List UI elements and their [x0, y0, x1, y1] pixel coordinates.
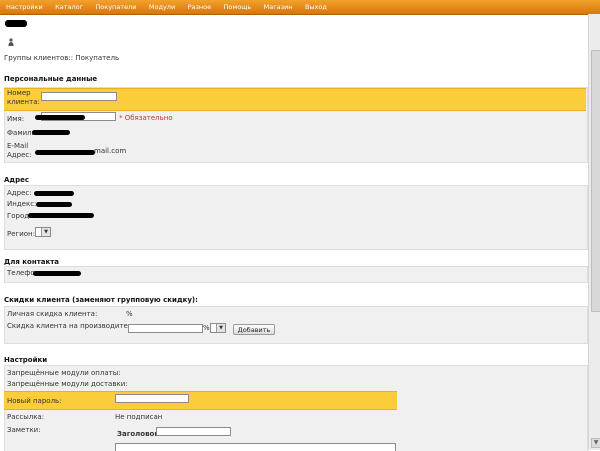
customer-number-input[interactable]: [41, 92, 117, 101]
section-title-settings: Настройки: [4, 356, 48, 364]
section-title-discounts: Скидки клиента (заменяют групповую скидк…: [4, 296, 198, 304]
nav-item-settings[interactable]: Настройки: [6, 0, 43, 14]
address-label: Адрес:: [7, 189, 32, 197]
top-nav-bar: Настройки Каталог Покупатели Модули Разн…: [0, 0, 600, 15]
email-value: mail.com: [94, 147, 127, 155]
shipping-modules-label: Запрещённые модули доставки:: [7, 380, 128, 388]
redacted-city-value: [28, 213, 94, 218]
redacted-surname-value: [32, 130, 70, 135]
region-select[interactable]: ▼: [35, 227, 51, 237]
redacted-index-value: [36, 202, 72, 207]
personal-discount-unit: %: [126, 310, 133, 318]
nav-item-misc[interactable]: Разное: [188, 0, 212, 14]
manufacturer-discount-label: Скидка клиента на производителя:: [7, 322, 139, 330]
manufacturer-select[interactable]: ▼: [210, 323, 226, 333]
contact-panel: [4, 266, 588, 283]
notes-label: Заметки:: [7, 426, 41, 434]
customer-number-label: Номер клиента:: [7, 89, 40, 106]
new-password-label: Новый пароль:: [7, 397, 62, 405]
manufacturer-discount-unit: %: [203, 324, 210, 332]
new-password-row: [4, 391, 397, 410]
redacted-email-value: [35, 150, 95, 155]
newsletter-value: Не подписан: [115, 413, 163, 421]
nav-item-logout[interactable]: Выход: [305, 0, 327, 14]
add-discount-button[interactable]: Добавить: [233, 324, 275, 335]
section-title-contact: Для контакта: [4, 258, 60, 266]
index-label: Индекс:: [7, 200, 37, 208]
email-label: E-Mail Адрес:: [7, 142, 32, 159]
breadcrumb: Группы клиентов:: Покупатель: [4, 54, 120, 62]
chevron-down-icon: ▼: [41, 228, 50, 236]
vertical-scrollbar[interactable]: ▼: [588, 14, 600, 450]
nav-item-modules[interactable]: Модули: [149, 0, 175, 14]
scroll-down-arrow-icon[interactable]: ▼: [591, 438, 600, 448]
nav-item-shop[interactable]: Магазин: [264, 0, 293, 14]
required-note: * Обязательно: [119, 114, 173, 122]
new-password-input[interactable]: [115, 394, 189, 403]
personal-discount-label: Личная скидка клиента:: [7, 310, 98, 318]
redacted-name-value: [35, 115, 85, 120]
chevron-down-icon: ▼: [216, 324, 225, 332]
notes-title-input[interactable]: [156, 427, 231, 436]
payment-modules-label: Запрещённые модули оплаты:: [7, 369, 121, 377]
section-title-personal: Персональные данные: [4, 75, 98, 83]
newsletter-label: Рассылка:: [7, 413, 45, 421]
region-label: Регион:: [7, 230, 35, 238]
nav-item-customers[interactable]: Покупатели: [95, 0, 136, 14]
redacted-customer-name: [5, 20, 27, 27]
nav-item-catalog[interactable]: Каталог: [55, 0, 83, 14]
scrollbar-thumb[interactable]: [591, 50, 600, 312]
nav-item-help[interactable]: Помощь: [224, 0, 252, 14]
name-label: Имя:: [7, 115, 25, 123]
redacted-phone-value: [33, 271, 81, 276]
manufacturer-discount-input[interactable]: [128, 324, 203, 333]
redacted-address-value: [34, 191, 74, 196]
person-icon: [8, 38, 14, 46]
section-title-address: Адрес: [4, 176, 29, 184]
